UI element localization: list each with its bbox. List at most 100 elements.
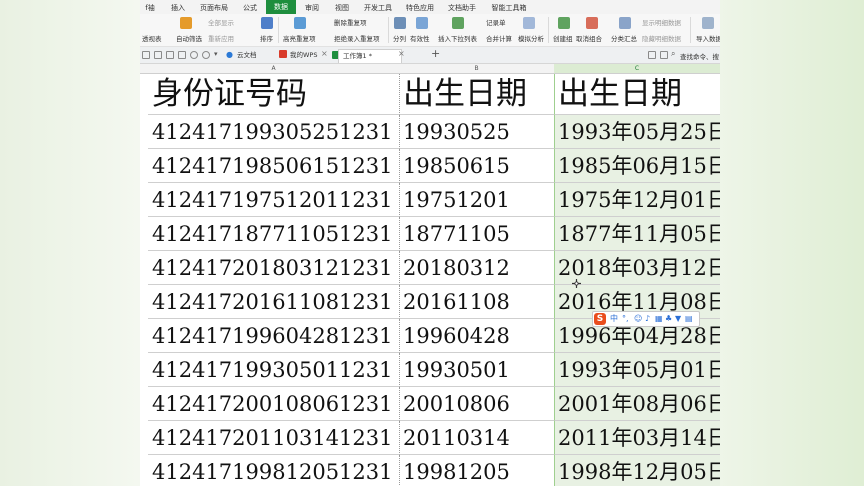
- tab-view[interactable]: 视图: [330, 2, 354, 14]
- show-all-button[interactable]: 全部显示: [208, 17, 234, 27]
- cell-birth-raw[interactable]: 19960428: [399, 319, 554, 353]
- column-header-b[interactable]: B: [399, 64, 554, 73]
- filter-icon: [180, 17, 192, 29]
- cell-birth-fmt[interactable]: 1975年12月01日: [554, 183, 720, 217]
- reject-duplicates-button[interactable]: 拒绝录入重复项: [334, 33, 380, 43]
- tab-page-layout[interactable]: 页面布局: [196, 2, 232, 14]
- ime-mode-toggle[interactable]: 中: [610, 313, 618, 325]
- cell-id[interactable]: 412417199305251231: [148, 115, 399, 149]
- cell-birth-fmt[interactable]: 1993年05月01日: [554, 353, 720, 387]
- cell-birth-fmt[interactable]: 1993年05月25日: [554, 115, 720, 149]
- workbook-tab[interactable]: 工作簿1 *: [338, 49, 402, 63]
- close-icon[interactable]: ×: [321, 49, 328, 58]
- data-ribbon: 透视表 自动筛选 全部显示 重新应用 排序 高亮重复项 删除重复项 拒绝录入重复…: [140, 14, 720, 47]
- keyboard-icon[interactable]: ▦: [655, 313, 663, 325]
- cell-birth-raw[interactable]: 19751201: [399, 183, 554, 217]
- more-icon[interactable]: ▾: [214, 50, 218, 58]
- validity-button[interactable]: 有效性: [410, 33, 430, 43]
- menu-icon[interactable]: [142, 51, 150, 59]
- cell-birth-raw[interactable]: 20180312: [399, 251, 554, 285]
- insert-dropdown-button[interactable]: 插入下拉列表: [438, 33, 477, 43]
- cell-id[interactable]: 412417201611081231: [148, 285, 399, 319]
- ribbon-divider: [690, 17, 691, 43]
- tab-formula[interactable]: 公式: [238, 2, 262, 14]
- toolbox-icon[interactable]: ▤: [685, 313, 693, 325]
- cell-birth-raw[interactable]: 19981205: [399, 455, 554, 486]
- cell-id[interactable]: 412417199604281231: [148, 319, 399, 353]
- share-icon[interactable]: [648, 51, 656, 59]
- cell-id[interactable]: 412417197512011231: [148, 183, 399, 217]
- remove-duplicates-button[interactable]: 删除重复项: [334, 17, 367, 27]
- cell-birth-raw[interactable]: 19930525: [399, 115, 554, 149]
- undo-icon[interactable]: [190, 51, 198, 59]
- cloud-doc-tab[interactable]: 云文档: [233, 49, 261, 62]
- cell-birth-fmt[interactable]: 2001年08月06日: [554, 387, 720, 421]
- redo-icon[interactable]: [202, 51, 210, 59]
- hide-detail-button[interactable]: 隐藏明细数据: [642, 33, 681, 43]
- move-cursor-icon: [572, 279, 581, 288]
- tab-special[interactable]: 特色应用: [402, 2, 438, 14]
- sort-button[interactable]: 排序: [260, 33, 273, 43]
- save-icon[interactable]: [154, 51, 162, 59]
- cell-id[interactable]: 412417201803121231: [148, 251, 399, 285]
- print-preview-icon[interactable]: [178, 51, 186, 59]
- cell-birth-fmt[interactable]: 1985年06月15日: [554, 149, 720, 183]
- new-tab-icon[interactable]: +: [431, 47, 440, 60]
- show-detail-button[interactable]: 显示明细数据: [642, 17, 681, 27]
- cell-id[interactable]: 412417187711051231: [148, 217, 399, 251]
- close-icon[interactable]: ×: [398, 49, 405, 58]
- sogou-logo-icon[interactable]: S: [594, 313, 606, 325]
- cell-birth-fmt[interactable]: 1877年11月05日: [554, 217, 720, 251]
- cell-id[interactable]: 412417198506151231: [148, 149, 399, 183]
- tab-developer[interactable]: 开发工具: [360, 2, 396, 14]
- tab-review[interactable]: 审阅: [300, 2, 324, 14]
- auto-filter-button[interactable]: 自动筛选: [176, 33, 202, 43]
- microphone-icon[interactable]: ♪: [645, 313, 650, 325]
- cell-id[interactable]: 412417200108061231: [148, 387, 399, 421]
- tab-insert[interactable]: 插入: [166, 2, 190, 14]
- cell-birth-raw[interactable]: 20110314: [399, 421, 554, 455]
- header-cell-birth-raw[interactable]: 出生日期: [399, 74, 554, 115]
- tab-doc-assistant[interactable]: 文档助手: [444, 2, 480, 14]
- cell-id[interactable]: 412417199812051231: [148, 455, 399, 486]
- ungroup-button[interactable]: 取消组合: [576, 33, 602, 43]
- split-column-button[interactable]: 分列: [393, 33, 406, 43]
- pivot-table-button[interactable]: 透视表: [142, 33, 162, 43]
- my-wps-tab[interactable]: 我的WPS: [286, 49, 321, 62]
- cell-birth-fmt[interactable]: 1998年12月05日: [554, 455, 720, 486]
- highlight-duplicates-button[interactable]: 高亮重复项: [283, 33, 316, 43]
- cell-birth-fmt[interactable]: 2011年03月14日: [554, 421, 720, 455]
- command-search-input[interactable]: 查找命令、搜: [680, 51, 719, 61]
- cell-id[interactable]: 412417201103141231: [148, 421, 399, 455]
- reapply-button[interactable]: 重新应用: [208, 33, 234, 43]
- shirt-icon[interactable]: ▼: [675, 313, 681, 325]
- subtotal-button[interactable]: 分类汇总: [611, 33, 637, 43]
- header-cell-id[interactable]: 身份证号码: [148, 74, 399, 115]
- import-data-button[interactable]: 导入数据: [696, 33, 720, 43]
- record-form-button[interactable]: 记录单: [486, 17, 506, 27]
- cell-id[interactable]: 412417199305011231: [148, 353, 399, 387]
- consolidate-button[interactable]: 合并计算: [486, 33, 512, 43]
- simulate-analysis-button[interactable]: 模拟分析: [518, 33, 544, 43]
- cell-birth-raw[interactable]: 19930501: [399, 353, 554, 387]
- column-header-c[interactable]: C: [554, 64, 720, 73]
- tab-data[interactable]: 数据: [266, 0, 296, 14]
- menu-tab-partial[interactable]: f袖: [144, 2, 156, 14]
- skin-icon[interactable]: ♣: [665, 313, 672, 325]
- cell-birth-raw[interactable]: 20161108: [399, 285, 554, 319]
- cell-birth-raw[interactable]: 19850615: [399, 149, 554, 183]
- ime-toolbar: S 中 °, ☺ ♪ ▦ ♣ ▼ ▤: [592, 311, 700, 327]
- sort-icon: [261, 17, 273, 29]
- create-group-button[interactable]: 创建组: [553, 33, 573, 43]
- emoji-icon[interactable]: ☺: [634, 313, 642, 325]
- column-header-a[interactable]: A: [148, 64, 399, 73]
- tab-smart-toolbox[interactable]: 智能工具箱: [486, 2, 532, 14]
- print-icon[interactable]: [166, 51, 174, 59]
- cell-birth-raw[interactable]: 20010806: [399, 387, 554, 421]
- header-cell-birth-fmt[interactable]: 出生日期: [554, 74, 720, 115]
- validity-icon: [416, 17, 428, 29]
- simulate-icon: [523, 17, 535, 29]
- settings-icon[interactable]: [660, 51, 668, 59]
- punctuation-icon[interactable]: °,: [622, 313, 629, 325]
- cell-birth-raw[interactable]: 18771105: [399, 217, 554, 251]
